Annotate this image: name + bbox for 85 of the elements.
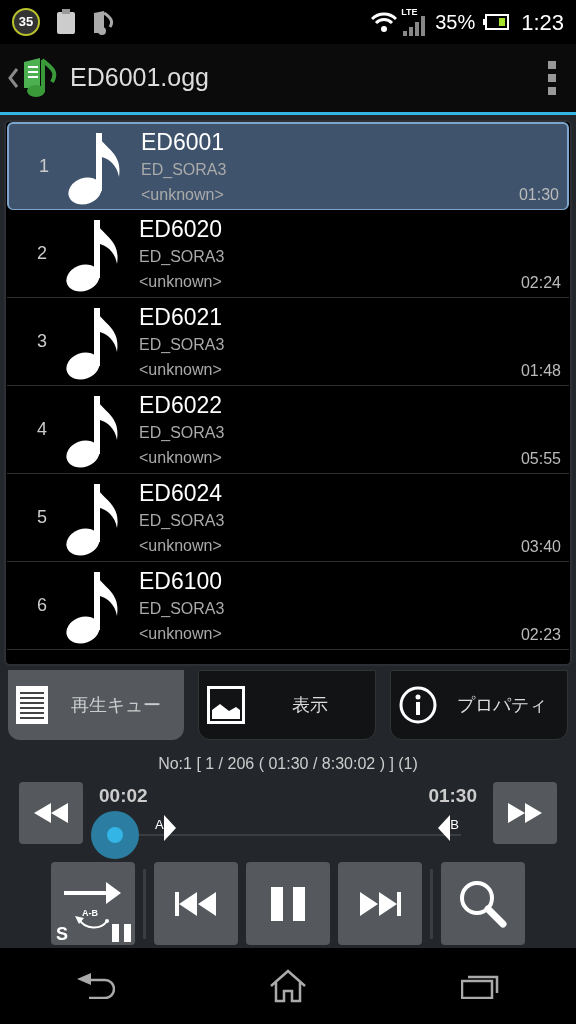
ab-label: A-B bbox=[82, 909, 98, 918]
track-artist: <unknown> bbox=[139, 359, 223, 380]
track-artist: <unknown> bbox=[139, 447, 223, 468]
pause-icon bbox=[271, 886, 305, 921]
track-row[interactable]: 3 ED6021 ED_SORA3 <unknown> 01:48 bbox=[7, 298, 569, 386]
track-title: ED6100 bbox=[139, 567, 224, 596]
clipboard-icon bbox=[56, 9, 76, 35]
track-row[interactable]: 6 ED6100 ED_SORA3 <unknown> 02:23 bbox=[7, 562, 569, 650]
repeat-mode-button[interactable]: A-B S bbox=[51, 862, 135, 945]
track-artist: <unknown> bbox=[139, 623, 223, 644]
track-duration: 01:30 bbox=[518, 185, 559, 205]
tab[interactable]: 表示 bbox=[198, 670, 376, 740]
seek-bar[interactable]: A B bbox=[91, 810, 485, 859]
track-duration: 05:55 bbox=[520, 449, 561, 469]
track-title: ED6022 bbox=[139, 391, 224, 420]
fast-forward-button[interactable] bbox=[493, 782, 557, 844]
playback-info: No:1 [ 1 / 206 ( 01:30 / 8:30:02 ) ] (1) bbox=[157, 754, 419, 774]
track-title: ED6021 bbox=[139, 303, 224, 332]
battery-percentage: 35% bbox=[435, 10, 476, 35]
window-title: ED6001.ogg bbox=[70, 62, 209, 94]
signal-icon bbox=[403, 16, 428, 36]
previous-track-button[interactable] bbox=[154, 862, 238, 945]
arrow-right-icon bbox=[64, 882, 121, 904]
battery-icon bbox=[483, 14, 510, 30]
home-icon[interactable] bbox=[269, 969, 307, 1003]
s-label: S bbox=[56, 925, 68, 943]
marker-b-icon[interactable] bbox=[438, 814, 451, 841]
marker-b-label: B bbox=[450, 815, 459, 834]
track-album: ED_SORA3 bbox=[139, 246, 225, 267]
track-row[interactable]: 2 ED6020 ED_SORA3 <unknown> 02:24 bbox=[7, 210, 569, 298]
tab[interactable]: プロパティ bbox=[390, 670, 568, 740]
track-number: 3 bbox=[36, 330, 47, 353]
track-duration: 02:23 bbox=[520, 625, 561, 645]
overflow-menu-icon[interactable] bbox=[548, 61, 556, 95]
previous-track-icon bbox=[175, 891, 217, 916]
back-icon[interactable] bbox=[77, 973, 115, 999]
track-album: ED_SORA3 bbox=[139, 422, 225, 443]
list-icon bbox=[16, 686, 48, 724]
music-file-icon bbox=[92, 9, 114, 35]
fast-forward-icon bbox=[508, 803, 542, 823]
rewind-icon bbox=[34, 803, 68, 823]
tab[interactable]: 再生キュー bbox=[8, 670, 184, 740]
total-time: 01:30 bbox=[428, 784, 477, 808]
next-track-button[interactable] bbox=[338, 862, 422, 945]
track-album: ED_SORA3 bbox=[139, 334, 225, 355]
recent-apps-icon[interactable] bbox=[461, 973, 499, 999]
track-row[interactable]: 4 ED6022 ED_SORA3 <unknown> 05:55 bbox=[7, 386, 569, 474]
app-logo-icon[interactable] bbox=[22, 58, 58, 98]
wifi-icon bbox=[371, 12, 398, 32]
elapsed-time: 00:02 bbox=[99, 784, 148, 808]
back-caret-icon[interactable] bbox=[8, 68, 18, 88]
marker-a-label: A bbox=[155, 815, 164, 834]
track-album: ED_SORA3 bbox=[139, 510, 225, 531]
track-row[interactable]: 5 ED6024 ED_SORA3 <unknown> 03:40 bbox=[7, 474, 569, 562]
next-track-icon bbox=[359, 891, 401, 916]
search-icon bbox=[458, 878, 508, 929]
track-album: ED_SORA3 bbox=[139, 598, 225, 619]
curved-arrow-icon bbox=[75, 916, 109, 930]
seek-thumb[interactable] bbox=[91, 810, 139, 859]
network-type-label: LTE bbox=[401, 8, 418, 17]
track-title: ED6001 bbox=[141, 128, 226, 157]
notification-count-badge: 35 bbox=[12, 8, 40, 36]
track-number: 4 bbox=[36, 418, 47, 441]
track-duration: 02:24 bbox=[520, 273, 561, 293]
track-number: 5 bbox=[36, 506, 47, 529]
clock: 1:23 bbox=[521, 8, 564, 37]
track-album: ED_SORA3 bbox=[141, 159, 227, 180]
track-title: ED6024 bbox=[139, 479, 224, 508]
info-icon bbox=[399, 686, 437, 724]
track-artist: <unknown> bbox=[141, 184, 225, 205]
track-artist: <unknown> bbox=[139, 535, 223, 556]
track-number: 6 bbox=[36, 594, 47, 617]
track-number: 1 bbox=[38, 155, 49, 178]
search-button[interactable] bbox=[441, 862, 525, 945]
pause-small-icon bbox=[112, 924, 132, 942]
rewind-button[interactable] bbox=[19, 782, 83, 844]
track-number: 2 bbox=[36, 242, 47, 265]
pause-button[interactable] bbox=[246, 862, 330, 945]
track-duration: 01:48 bbox=[520, 361, 561, 381]
track-row[interactable]: 1 ED6001 ED_SORA3 <unknown> 01:30 bbox=[7, 122, 569, 210]
track-artist: <unknown> bbox=[139, 271, 223, 292]
track-title: ED6020 bbox=[139, 215, 224, 244]
image-icon bbox=[207, 686, 245, 724]
track-duration: 03:40 bbox=[520, 537, 561, 557]
marker-a-icon[interactable] bbox=[163, 814, 176, 841]
